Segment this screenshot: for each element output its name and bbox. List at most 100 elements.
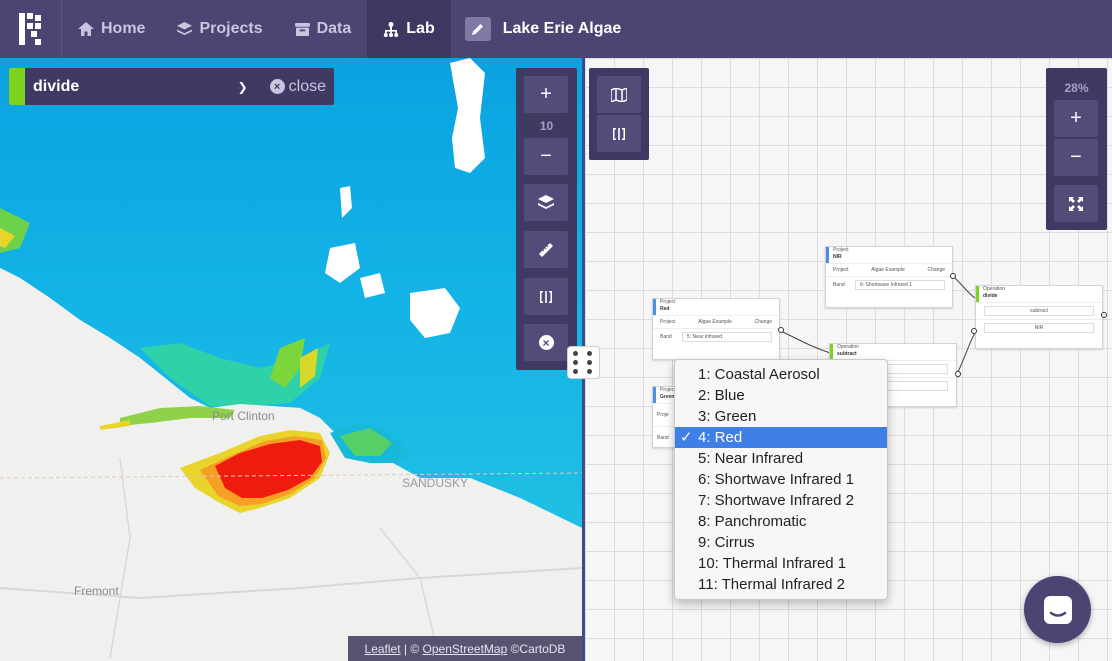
nav-lab[interactable]: Lab — [367, 0, 451, 58]
band-select[interactable]: 5: Near Infrared — [682, 332, 772, 342]
split-icon — [613, 127, 625, 140]
band-option[interactable]: 8: Panchromatic — [675, 511, 887, 532]
map-icon — [611, 87, 627, 102]
close-button[interactable]: × close — [269, 77, 334, 96]
project-title-group: Lake Erie Algae — [451, 17, 622, 41]
layers-icon — [177, 21, 193, 35]
map-zoom-level: 10 — [539, 119, 554, 133]
band-option[interactable]: 9: Cirrus — [675, 532, 887, 553]
node-band-row: Band 6: Shortwave Infrared 1 — [826, 276, 952, 293]
map-view[interactable]: Port Clinton SANDUSKY Fremont — [0, 58, 582, 661]
attribution-separator: | © — [400, 641, 423, 656]
top-nav: Home Projects Data Lab Lake Erie Algae — [0, 0, 1112, 58]
band-option[interactable]: 10: Thermal Infrared 1 — [675, 553, 887, 574]
edit-title-button[interactable] — [464, 17, 491, 41]
split-view-button[interactable] — [524, 278, 568, 315]
diagram-zoom-out-button[interactable]: − — [1054, 139, 1098, 176]
ruler-icon — [539, 242, 553, 257]
close-icon: × — [269, 79, 285, 94]
nav-home[interactable]: Home — [62, 0, 161, 58]
node-project-row: Project Algae Example Change — [826, 263, 952, 276]
fit-to-screen-button[interactable] — [1054, 185, 1098, 222]
zoom-out-button[interactable]: − — [524, 138, 568, 175]
node-output-port[interactable] — [955, 371, 961, 377]
node-header: Operation divide — [976, 286, 1102, 302]
cancel-icon: × — [538, 335, 554, 350]
band-option[interactable]: 7: Shortwave Infrared 2 — [675, 490, 887, 511]
band-option[interactable]: 2: Blue — [675, 385, 887, 406]
nav-data[interactable]: Data — [279, 0, 368, 58]
node-input-row: subtract — [976, 302, 1102, 319]
diagram-zoom-in-button[interactable]: + — [1054, 100, 1098, 137]
band-option[interactable]: 11: Thermal Infrared 2 — [675, 574, 887, 595]
node-output-port[interactable] — [778, 327, 784, 333]
node-header: Project Red — [653, 299, 779, 315]
node-output-port[interactable] — [1101, 312, 1107, 318]
band-dropdown[interactable]: 1: Coastal Aerosol 2: Blue 3: Green ✓ 4: … — [674, 359, 888, 600]
node-title: subtract — [837, 351, 857, 357]
osm-link[interactable]: OpenStreetMap — [423, 642, 508, 656]
nav-lab-label: Lab — [406, 20, 435, 37]
grip-dot — [586, 369, 592, 374]
nav-projects-label: Projects — [199, 20, 263, 37]
node-divide[interactable]: Operation divide subtract NIR — [975, 285, 1103, 349]
leaflet-link[interactable]: Leaflet — [365, 642, 401, 656]
measure-button[interactable] — [524, 231, 568, 268]
node-title: NIR — [833, 254, 842, 260]
project-title: Lake Erie Algae — [502, 20, 622, 37]
node-header: Project NIR — [826, 247, 952, 263]
operation-selector[interactable]: divide ❯ × close — [9, 68, 334, 105]
minus-icon: − — [540, 145, 552, 167]
pencil-icon — [471, 24, 483, 35]
raster-layer — [0, 58, 582, 661]
grip-dot — [586, 351, 592, 356]
layers-icon — [538, 194, 554, 209]
drag-handle[interactable] — [567, 346, 600, 379]
nav-projects[interactable]: Projects — [161, 0, 278, 58]
close-label: close — [288, 77, 326, 95]
map-attribution: Leaflet | © OpenStreetMap ©CartoDB — [348, 636, 582, 661]
clear-button[interactable]: × — [524, 324, 568, 361]
chat-icon — [1043, 595, 1072, 624]
node-output-port[interactable] — [950, 273, 956, 279]
expand-icon — [1069, 196, 1083, 211]
node-input-port[interactable] — [971, 328, 977, 334]
minus-icon: − — [1070, 146, 1082, 168]
operation-accent — [9, 68, 25, 105]
chevron-down-icon[interactable]: ❯ — [238, 80, 270, 94]
diagram-split-button[interactable] — [597, 115, 641, 152]
band-option[interactable]: 6: Shortwave Infrared 1 — [675, 469, 887, 490]
node-project-row: Project Algae Example Change — [653, 315, 779, 328]
database-icon — [294, 22, 310, 36]
band-select[interactable]: 6: Shortwave Infrared 1 — [855, 280, 945, 290]
band-option[interactable]: 5: Near Infrared — [675, 448, 887, 469]
grip-dot — [572, 360, 578, 365]
grip-dot — [572, 369, 578, 374]
node-header: Operation subtract — [830, 344, 956, 360]
layers-button[interactable] — [524, 184, 568, 221]
plus-icon: + — [1070, 107, 1082, 129]
split-icon — [540, 290, 552, 303]
chat-button[interactable] — [1024, 576, 1091, 643]
grip-dot — [586, 360, 592, 365]
band-option[interactable]: 3: Green — [675, 406, 887, 427]
logo-icon — [18, 13, 41, 45]
operation-name: divide — [33, 77, 80, 95]
band-option-selected[interactable]: ✓ 4: Red — [675, 427, 887, 448]
map-view-button[interactable] — [597, 76, 641, 113]
app-logo[interactable] — [0, 0, 62, 58]
nav-data-label: Data — [316, 20, 352, 37]
map-toolbar: + 10 − × — [516, 68, 577, 370]
grip-dot — [572, 351, 578, 356]
node-band-row: Band 5: Near Infrared — [653, 328, 779, 345]
lab-icon — [384, 21, 399, 37]
nav-home-label: Home — [101, 20, 146, 37]
diagram-zoom-controls: 28% + − — [1046, 68, 1107, 230]
node-red[interactable]: Project Red Project Algae Example Change Ba… — [652, 298, 780, 360]
zoom-in-button[interactable]: + — [524, 76, 568, 113]
node-input-row: NIR — [976, 319, 1102, 336]
map-label-port-clinton: Port Clinton — [212, 409, 275, 423]
node-nir[interactable]: Project NIR Project Algae Example Change Ba… — [825, 246, 953, 308]
map-label-sandusky: SANDUSKY — [402, 476, 469, 490]
band-option[interactable]: 1: Coastal Aerosol — [675, 364, 887, 385]
